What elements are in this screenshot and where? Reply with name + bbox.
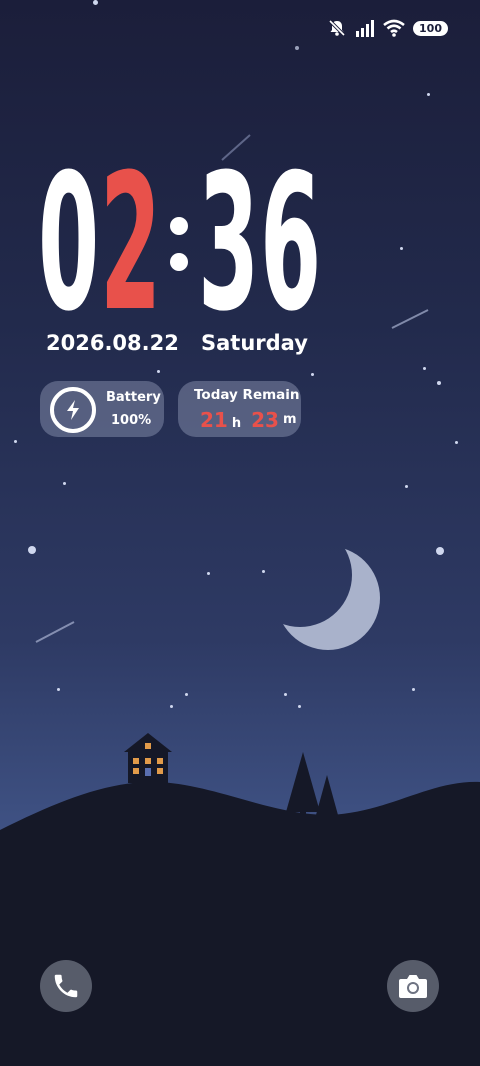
star — [14, 440, 17, 443]
star — [57, 688, 60, 691]
remain-hours: 21 — [200, 408, 228, 432]
star — [311, 373, 314, 376]
star — [437, 381, 441, 385]
star — [295, 46, 299, 50]
star — [207, 572, 210, 575]
wifi-icon — [383, 19, 405, 37]
camera-shortcut-button[interactable] — [387, 960, 439, 1012]
battery-indicator: 100 — [413, 20, 448, 36]
star — [284, 693, 287, 696]
clock: 0 2 3 6 — [38, 150, 322, 338]
star — [28, 546, 36, 554]
star — [262, 570, 265, 573]
star — [423, 367, 426, 370]
phone-icon — [54, 974, 78, 998]
star — [63, 482, 66, 485]
remain-minutes-unit: m — [282, 412, 297, 427]
camera-icon — [399, 975, 427, 998]
star — [157, 370, 160, 373]
remain-hours-unit: h — [231, 416, 242, 431]
clock-minute-tens: 3 — [198, 134, 259, 353]
moon-icon — [276, 546, 380, 650]
star — [427, 93, 430, 96]
date-label: 2026.08.22 — [46, 331, 179, 355]
today-remain-label: Today Remain — [194, 387, 300, 403]
battery-widget-value: 100% — [111, 413, 152, 428]
weekday-label: Saturday — [201, 331, 308, 355]
star — [185, 693, 188, 696]
status-bar: 100 — [327, 16, 448, 40]
star — [455, 441, 458, 444]
battery-widget[interactable]: Battery 100% — [40, 381, 164, 437]
bell-muted-icon — [328, 19, 346, 37]
signal-icon — [356, 20, 375, 37]
clock-colon — [170, 217, 188, 271]
clock-hour-ones: 2 — [100, 134, 161, 353]
star — [412, 688, 415, 691]
today-remain-widget[interactable]: Today Remain 21 h 23 m — [178, 381, 301, 437]
lightning-icon — [50, 387, 96, 433]
star — [436, 547, 444, 555]
clock-minute-ones: 6 — [260, 134, 321, 353]
star — [170, 705, 173, 708]
star — [405, 485, 408, 488]
phone-shortcut-button[interactable] — [40, 960, 92, 1012]
remain-minutes: 23 — [251, 408, 279, 432]
star — [93, 0, 98, 5]
battery-widget-label: Battery — [106, 390, 161, 405]
star — [400, 247, 403, 250]
clock-hour-tens: 0 — [38, 134, 99, 353]
today-remain-value: 21 h 23 m — [200, 408, 303, 432]
star — [298, 705, 301, 708]
